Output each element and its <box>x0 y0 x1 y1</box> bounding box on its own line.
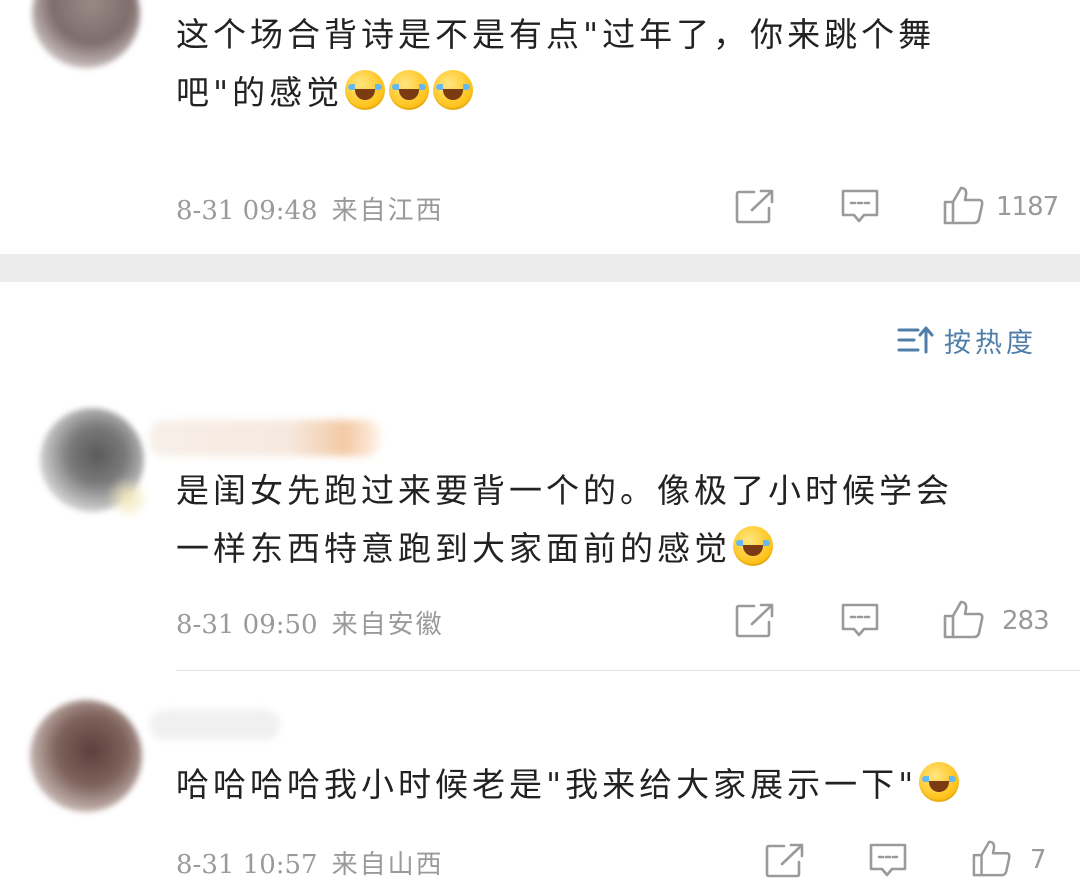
reply-button[interactable] <box>840 188 880 226</box>
like-button[interactable] <box>970 838 1014 878</box>
share-icon <box>735 603 774 638</box>
comment-item: 这个场合背诗是不是有点"过年了，你来跳个舞 吧"的感觉 8-31 09:48 来自… <box>0 0 1080 254</box>
comment-text-line: 哈哈哈哈我小时候老是"我来给大家展示一下" <box>176 765 918 804</box>
comment-time: 8-31 09:50 <box>176 610 318 640</box>
username[interactable] <box>150 710 280 740</box>
comment-icon <box>841 189 879 223</box>
comment-time: 8-31 10:57 <box>176 850 318 880</box>
share-button[interactable] <box>764 842 806 878</box>
share-icon <box>735 189 774 224</box>
laughing-crying-emoji <box>433 70 474 110</box>
like-button[interactable] <box>942 598 986 640</box>
section-divider <box>0 254 1080 282</box>
like-button[interactable] <box>942 184 986 226</box>
share-icon <box>765 843 804 878</box>
thumbs-up-icon <box>972 840 1011 877</box>
like-count: 7 <box>1030 845 1047 875</box>
sort-by-hot-button[interactable]: 按热度 <box>896 320 1037 360</box>
comment-icon <box>841 603 879 637</box>
like-count: 1187 <box>996 192 1059 222</box>
comment-text: 这个场合背诗是不是有点"过年了，你来跳个舞 吧"的感觉 <box>176 6 935 122</box>
username[interactable] <box>150 420 380 456</box>
laughing-crying-emoji <box>919 762 960 802</box>
comment-meta: 8-31 09:50 来自安徽 <box>176 604 444 641</box>
reply-button[interactable] <box>840 602 880 640</box>
avatar[interactable] <box>30 700 142 812</box>
comment-text: 是闺女先跑过来要背一个的。像极了小时候学会 一样东西特意跑到大家面前的感觉 <box>176 462 953 578</box>
comment-location: 来自江西 <box>331 196 444 226</box>
avatar-badge <box>108 478 148 518</box>
avatar[interactable] <box>32 0 140 68</box>
reply-button[interactable] <box>868 842 908 878</box>
comment-text: 哈哈哈哈我小时候老是"我来给大家展示一下" <box>176 756 963 814</box>
comment-location: 来自安徽 <box>331 610 444 640</box>
like-count: 283 <box>1002 606 1050 636</box>
comment-divider <box>176 670 1080 671</box>
comment-icon <box>869 843 907 877</box>
thumbs-up-icon <box>943 600 984 639</box>
sort-icon <box>897 326 934 354</box>
sort-label: 按热度 <box>944 327 1037 359</box>
grinning-sweat-emoji <box>733 526 773 566</box>
comment-text-line: 是闺女先跑过来要背一个的。像极了小时候学会 <box>176 471 953 510</box>
comment-text-line: 这个场合背诗是不是有点"过年了，你来跳个舞 <box>176 15 936 54</box>
laughing-crying-emoji <box>345 70 386 110</box>
comment-text-line: 一样东西特意跑到大家面前的感觉 <box>176 529 731 568</box>
comment-meta: 8-31 10:57 来自山西 <box>176 844 444 881</box>
share-button[interactable] <box>734 188 776 226</box>
comment-time: 8-31 09:48 <box>176 196 318 226</box>
comment-meta: 8-31 09:48 来自江西 <box>176 190 444 227</box>
thumbs-up-icon <box>943 186 984 225</box>
laughing-crying-emoji <box>389 70 430 110</box>
comment-text-line: 吧"的感觉 <box>176 73 344 112</box>
comment-location: 来自山西 <box>331 850 444 880</box>
share-button[interactable] <box>734 602 776 640</box>
